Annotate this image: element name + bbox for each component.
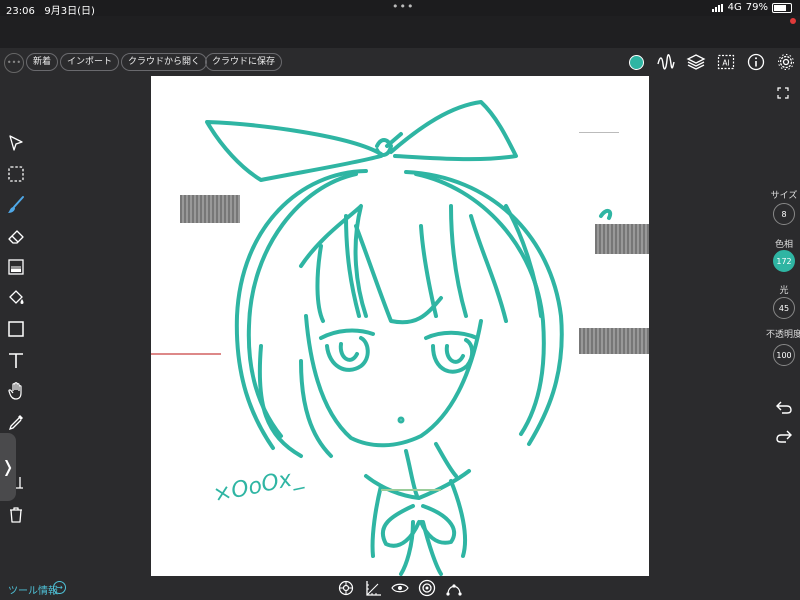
- bezier-icon[interactable]: [445, 579, 463, 597]
- fullscreen-icon[interactable]: [776, 86, 790, 100]
- arrow-right-icon[interactable]: →: [53, 581, 66, 594]
- info-icon[interactable]: [746, 52, 766, 72]
- render-artifact: [579, 132, 619, 133]
- render-artifact: [595, 224, 649, 254]
- eyedropper-icon[interactable]: [6, 412, 26, 432]
- signature-text: ×OoOx_: [211, 464, 306, 507]
- text-icon[interactable]: [6, 350, 26, 370]
- ai-icon[interactable]: AI: [716, 52, 736, 72]
- select-arrow-icon[interactable]: [6, 133, 26, 153]
- symmetry-icon[interactable]: [337, 579, 355, 597]
- target-icon[interactable]: [418, 579, 436, 597]
- import-button[interactable]: インポート: [60, 53, 120, 71]
- eye-icon[interactable]: [391, 579, 409, 597]
- recording-indicator: [790, 18, 796, 24]
- network-type: 4G: [727, 2, 742, 13]
- hand-icon[interactable]: [6, 381, 26, 401]
- new-button[interactable]: 新着: [26, 53, 59, 71]
- status-time-date: 23:06 9月3日(日): [6, 2, 95, 17]
- render-artifact: [579, 328, 649, 354]
- light-label: 光: [779, 286, 789, 296]
- brush-icon[interactable]: [6, 195, 26, 215]
- color-swatch[interactable]: [629, 55, 644, 70]
- hue-value[interactable]: 172: [773, 250, 795, 272]
- size-value[interactable]: 8: [773, 203, 795, 225]
- stroke-icon[interactable]: [656, 52, 676, 72]
- sketch-drawing: ×OoOx_: [205, 100, 613, 576]
- render-artifact: [180, 195, 240, 223]
- status-bar: 23:06 9月3日(日) ••• 4G 79%: [0, 0, 800, 17]
- redo-icon[interactable]: [774, 426, 794, 446]
- gradient-icon[interactable]: [6, 257, 26, 277]
- open-from-cloud-button[interactable]: クラウドから開く: [121, 53, 208, 71]
- render-artifact: [151, 353, 221, 355]
- save-to-cloud-button[interactable]: クラウドに保存: [205, 53, 283, 71]
- trash-icon[interactable]: [6, 505, 26, 525]
- gear-icon[interactable]: [776, 52, 796, 72]
- ruler-icon[interactable]: [364, 579, 382, 597]
- toolbar: [0, 48, 800, 76]
- marquee-select-icon[interactable]: [6, 164, 26, 184]
- layers-icon[interactable]: [686, 52, 706, 72]
- multitasking-indicator[interactable]: •••: [392, 0, 414, 13]
- undo-icon[interactable]: [774, 397, 794, 417]
- eraser-icon[interactable]: [6, 226, 26, 246]
- rectangle-icon[interactable]: [6, 319, 26, 339]
- top-band: [0, 16, 800, 48]
- tool-info-link[interactable]: ツール情報: [8, 582, 58, 597]
- battery-percent: 79%: [745, 2, 768, 13]
- svg-text:AI: AI: [722, 59, 729, 68]
- render-artifact: [381, 489, 441, 491]
- hue-label: 色相: [774, 240, 793, 250]
- battery-icon: [772, 2, 792, 13]
- opacity-label: 不透明度: [765, 330, 800, 340]
- expand-panel-tab[interactable]: ❭: [0, 433, 16, 501]
- drawing-canvas[interactable]: ×OoOx_: [151, 76, 649, 576]
- light-value[interactable]: 45: [773, 297, 795, 319]
- fill-bucket-icon[interactable]: [6, 288, 26, 308]
- signal-icon: [711, 3, 724, 12]
- size-label: サイズ: [770, 191, 798, 201]
- opacity-value[interactable]: 100: [773, 344, 795, 366]
- menu-button[interactable]: •••: [4, 53, 24, 73]
- status-right: 4G 79%: [711, 2, 792, 13]
